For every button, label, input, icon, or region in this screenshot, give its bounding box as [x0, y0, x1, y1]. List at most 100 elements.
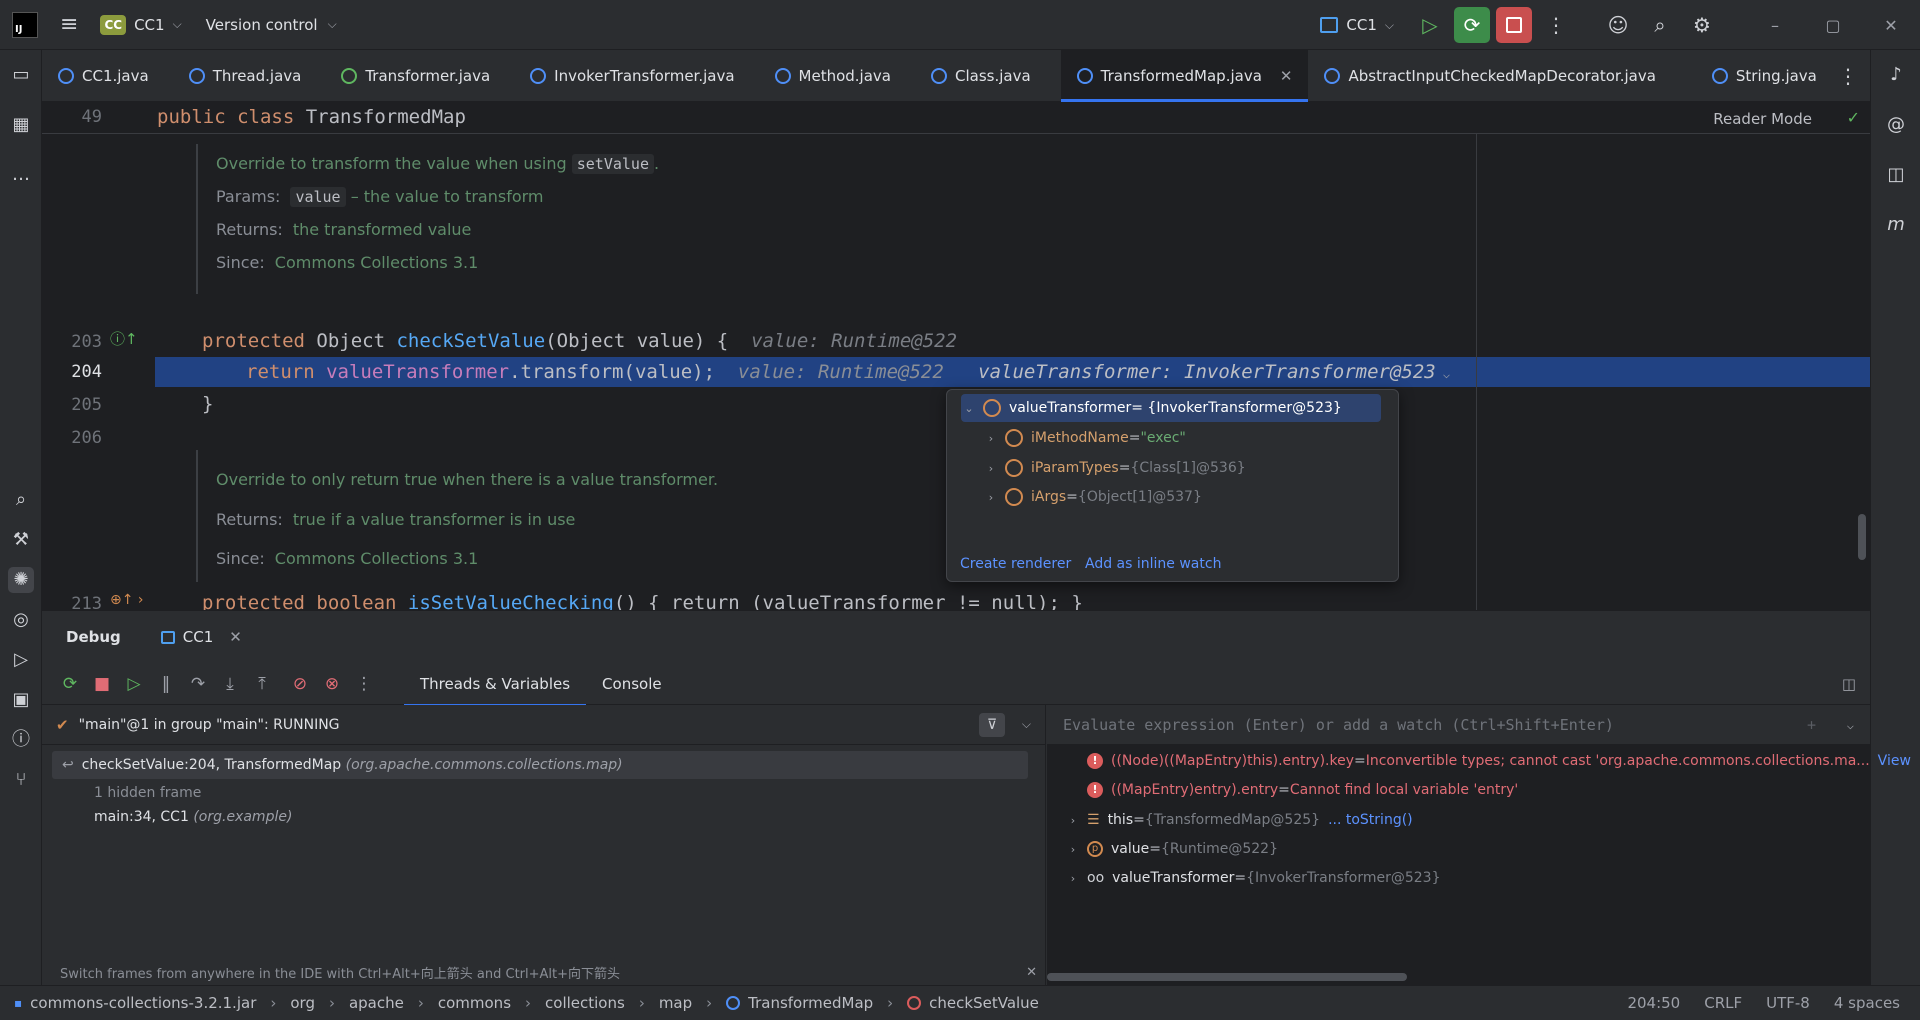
- line-separator[interactable]: CRLF: [1704, 994, 1742, 1012]
- implements-gutter-icon[interactable]: ⓘ↑: [110, 328, 138, 349]
- close-session-icon[interactable]: ✕: [229, 628, 242, 646]
- close-tab-icon[interactable]: ✕: [1280, 67, 1293, 85]
- inline-value-hint[interactable]: valueTransformer: InvokerTransformer@523: [978, 361, 1436, 383]
- debug-bug-icon[interactable]: ✺: [8, 567, 34, 593]
- cursor-position[interactable]: 204:50: [1627, 994, 1680, 1012]
- rerun-icon[interactable]: ⟳: [54, 674, 86, 694]
- close-hint-icon[interactable]: ✕: [1026, 965, 1037, 980]
- breadcrumb-item[interactable]: map: [659, 994, 692, 1012]
- more-actions-icon[interactable]: ⋮: [348, 674, 380, 694]
- chevron-down-icon[interactable]: ⌵: [1022, 717, 1031, 732]
- ai-assistant-icon[interactable]: @: [1883, 112, 1909, 138]
- sticky-header[interactable]: 49 public class TransformedMap Reader Mo…: [42, 102, 1870, 134]
- tabs-more-icon[interactable]: ⋮: [1838, 64, 1858, 88]
- mute-breakpoints-icon[interactable]: ⊗: [316, 674, 348, 694]
- tab-abstractinputcheckedmapdecorator[interactable]: AbstractInputCheckedMapDecorator.java: [1308, 50, 1671, 102]
- stack-frame[interactable]: main:34, CC1 (org.example): [94, 809, 292, 825]
- reader-mode-button[interactable]: Reader Mode: [1713, 110, 1812, 128]
- file-encoding[interactable]: UTF-8: [1766, 994, 1810, 1012]
- stop-icon[interactable]: ■: [86, 674, 118, 694]
- tab-console[interactable]: Console: [586, 663, 678, 705]
- chevron-right-icon[interactable]: ›: [985, 491, 997, 504]
- editor-scrollbar[interactable]: [1858, 514, 1866, 560]
- settings-gear-icon[interactable]: ⚙: [1684, 7, 1720, 43]
- chevron-down-icon[interactable]: ⌵: [1436, 367, 1450, 381]
- run-config-selector[interactable]: CC1 ⌵: [1320, 16, 1394, 34]
- variable-row[interactable]: › ☰ this = {TransformedMap@525} ... toSt…: [1067, 808, 1413, 832]
- override-gutter-icon[interactable]: ⊕↑ ›: [110, 592, 144, 608]
- tab-invokertransformer[interactable]: InvokerTransformer.java: [506, 50, 750, 102]
- tab-string[interactable]: String.java: [1672, 50, 1833, 102]
- services-icon[interactable]: ◎: [8, 607, 34, 633]
- popup-child-node[interactable]: › iArgs = {Object[1]@537}: [985, 483, 1202, 511]
- popup-child-node[interactable]: › iMethodName = "exec": [985, 424, 1186, 452]
- add-watch-icon[interactable]: +: [1807, 716, 1816, 734]
- breadcrumb-item[interactable]: collections: [545, 994, 625, 1012]
- popup-child-node[interactable]: › iParamTypes = {Class[1]@536}: [985, 454, 1246, 482]
- thread-selector[interactable]: ✔ "main"@1 in group "main": RUNNING ⊽ ⌵: [42, 705, 1045, 745]
- minimize-button[interactable]: –: [1746, 16, 1804, 35]
- variable-row[interactable]: ! ((Node)((MapEntry)this).entry).key = I…: [1087, 749, 1911, 773]
- maven-icon[interactable]: m: [1883, 212, 1909, 238]
- more-actions-icon[interactable]: ⋮: [1538, 7, 1574, 43]
- maximize-button[interactable]: ▢: [1804, 16, 1862, 35]
- resume-program-icon[interactable]: ▷: [118, 674, 150, 694]
- add-inline-watch-link[interactable]: Add as inline watch: [1085, 556, 1221, 572]
- breadcrumb-item[interactable]: TransformedMap: [748, 994, 873, 1012]
- variables-horizontal-scrollbar[interactable]: [1047, 973, 1407, 981]
- step-into-icon[interactable]: ⤓: [214, 674, 246, 694]
- resume-icon[interactable]: ▷: [1412, 7, 1448, 43]
- breadcrumb-item[interactable]: checkSetValue: [929, 994, 1039, 1012]
- terminal-icon[interactable]: ▣: [8, 687, 34, 713]
- tab-transformedmap[interactable]: TransformedMap.java ✕: [1060, 49, 1309, 102]
- view-link[interactable]: View: [1878, 753, 1911, 769]
- create-renderer-link[interactable]: Create renderer: [960, 556, 1071, 572]
- chevron-right-icon[interactable]: ›: [1067, 872, 1079, 885]
- build-hammer-icon[interactable]: ⚒: [8, 527, 34, 553]
- pause-icon[interactable]: ‖: [150, 674, 182, 694]
- variable-row[interactable]: ! ((MapEntry)entry).entry = Cannot find …: [1087, 778, 1518, 802]
- project-folder-icon[interactable]: ▭: [8, 62, 34, 88]
- variable-row[interactable]: › p value = {Runtime@522}: [1067, 837, 1278, 861]
- evaluate-expression-input[interactable]: Evaluate expression (Enter) or add a wat…: [1047, 705, 1870, 745]
- filter-icon[interactable]: ⊽: [979, 712, 1005, 737]
- popup-root-node[interactable]: ⌄ valueTransformer = {InvokerTransformer…: [961, 394, 1381, 422]
- vcs-widget[interactable]: Version control ⌵: [206, 16, 337, 34]
- stack-frame[interactable]: ↩ checkSetValue:204, TransformedMap (org…: [52, 751, 1028, 779]
- tab-thread[interactable]: Thread.java: [165, 50, 318, 102]
- chevron-right-icon[interactable]: ›: [985, 462, 997, 475]
- tab-class[interactable]: Class.java: [907, 50, 1047, 102]
- chevron-down-icon[interactable]: ⌄: [963, 402, 975, 415]
- step-over-icon[interactable]: ↷: [182, 674, 214, 694]
- run-icon[interactable]: ▷: [8, 647, 34, 673]
- variable-row[interactable]: › oo valueTransformer = {InvokerTransfor…: [1067, 866, 1441, 890]
- breadcrumb-item[interactable]: commons: [438, 994, 511, 1012]
- search-icon[interactable]: ⌕: [8, 487, 34, 513]
- tostring-link[interactable]: ... toString(): [1328, 812, 1413, 828]
- view-breakpoints-icon[interactable]: ⊘: [284, 674, 316, 694]
- chevron-right-icon[interactable]: ›: [985, 432, 997, 445]
- chevron-right-icon[interactable]: ›: [1067, 843, 1079, 856]
- add-user-icon[interactable]: ☺: [1600, 7, 1636, 43]
- tab-transformer[interactable]: Transformer.java: [317, 50, 506, 102]
- indent-settings[interactable]: 4 spaces: [1834, 994, 1900, 1012]
- database-icon[interactable]: ◫: [1883, 162, 1909, 188]
- ide-logo[interactable]: IJ: [12, 11, 38, 38]
- tab-cc1[interactable]: CC1.java: [42, 50, 165, 102]
- step-out-icon[interactable]: ⤒: [246, 674, 278, 694]
- hidden-frames[interactable]: 1 hidden frame: [94, 785, 201, 801]
- notifications-bell-icon[interactable]: ♪: [1883, 62, 1909, 88]
- git-icon[interactable]: ⑂: [8, 767, 34, 793]
- debug-session-tab[interactable]: CC1 ✕: [160, 628, 242, 646]
- chevron-right-icon[interactable]: ›: [1067, 814, 1079, 827]
- problems-icon[interactable]: ⓘ: [8, 727, 34, 753]
- tab-threads-variables[interactable]: Threads & Variables: [404, 663, 587, 706]
- tab-method[interactable]: Method.java: [751, 50, 907, 102]
- search-icon[interactable]: ⌕: [1642, 7, 1678, 43]
- rerun-debug-button[interactable]: ⟳: [1454, 7, 1490, 43]
- project-widget[interactable]: CC CC1 ⌵: [100, 14, 182, 35]
- structure-icon[interactable]: ▦: [8, 112, 34, 138]
- breadcrumb-item[interactable]: commons-collections-3.2.1.jar: [30, 994, 256, 1012]
- main-menu-icon[interactable]: ≡: [60, 12, 78, 37]
- chevron-down-icon[interactable]: ⌵: [1847, 718, 1854, 732]
